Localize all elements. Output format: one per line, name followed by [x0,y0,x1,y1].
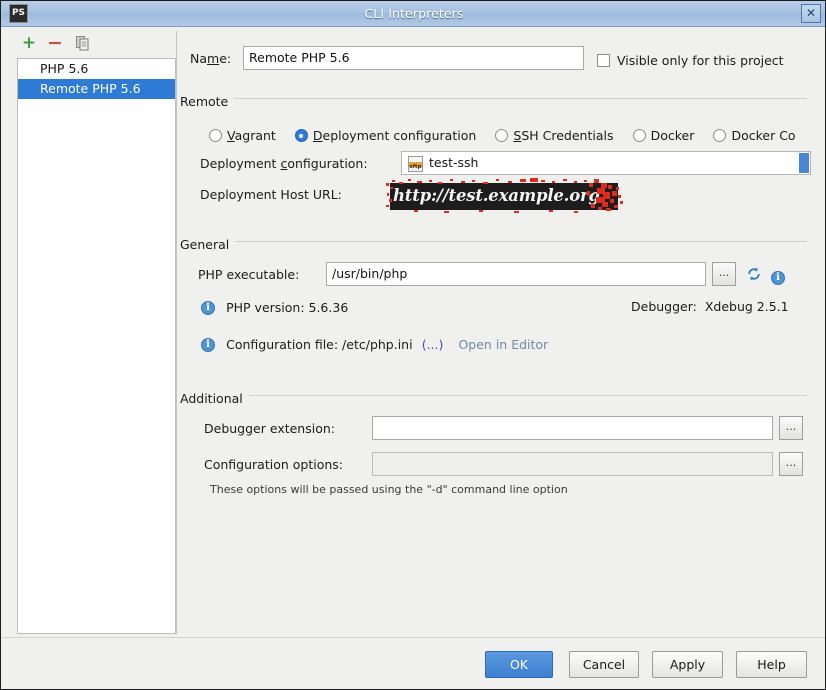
radio-deployment-configuration[interactable]: Deployment configuration [294,125,490,144]
window-title: CLI Interpreters [364,6,464,21]
title-bar: PS CLI Interpreters ✕ [1,1,825,27]
general-section-header: General [180,234,236,253]
radio-circle[interactable] [632,129,646,142]
name-label: Name: [190,51,232,66]
debugger-extension-label: Debugger extension: [204,421,335,436]
deployment-configuration-label: Deployment configuration: [200,156,368,171]
radio-circle[interactable] [713,129,727,142]
button-bar-separator [2,637,825,638]
configuration-options-browse-button[interactable]: ... [779,452,803,476]
config-file-row: i Configuration file: /etc/php.ini (...)… [201,334,548,353]
refresh-icon[interactable] [746,266,762,286]
php-executable-input[interactable]: /usr/bin/php [326,262,706,286]
remove-interpreter-icon[interactable]: − [45,33,65,53]
php-executable-label: PHP executable: [198,267,300,282]
deployment-host-url-text: http://test.example.org [393,186,600,205]
remote-section-rule [231,98,807,99]
config-file-text: Configuration file: /etc/php.ini [226,337,413,352]
info-icon: i [201,337,215,352]
apply-button[interactable]: Apply [652,651,723,678]
php-executable-browse-button[interactable]: ... [712,262,736,286]
debugger-row: Debugger: Xdebug 2.5.1 [631,299,789,314]
copy-interpreter-icon[interactable] [73,33,93,53]
radio-circle[interactable] [209,129,222,142]
checkbox-box[interactable] [597,54,610,67]
radio-label: Docker [650,128,695,143]
deployment-configuration-value: test-ssh [429,155,479,170]
debugger-value: Xdebug 2.5.1 [704,299,789,314]
list-item[interactable]: PHP 5.6 [18,59,175,79]
radio-label: Docker Co [731,128,796,143]
deployment-host-url-label: Deployment Host URL: [200,187,342,202]
radio-circle[interactable] [495,129,509,142]
open-in-editor-link[interactable]: Open in Editor [458,337,548,352]
config-file-expand-link[interactable]: (...) [422,337,444,352]
sftp-file-icon: sftp [408,156,423,172]
debugger-extension-input[interactable] [372,416,773,440]
add-interpreter-icon[interactable]: + [19,33,39,53]
additional-section-rule [249,395,807,396]
configuration-options-hint: These options will be passed using the "… [210,483,568,496]
radio-label: SSH Credentials [513,128,614,143]
configuration-options-input[interactable] [372,452,773,476]
additional-section-title: Additional [180,391,249,406]
remote-section-header: Remote [180,91,235,110]
radio-circle[interactable] [294,129,308,142]
php-version-text: PHP version: 5.6.36 [226,300,349,315]
radio-vagrant[interactable]: Vagrant [209,125,290,144]
php-executable-info-icon[interactable]: i [771,267,785,286]
name-input[interactable]: Remote PHP 5.6 [243,46,584,70]
deployment-host-url-redacted-value: http://test.example.org [386,178,623,213]
visible-only-label: Visible only for this project [617,53,784,68]
general-section-title: General [180,237,236,252]
radio-label: Deployment configuration [312,128,477,143]
info-icon: i [201,300,215,315]
general-section-rule [233,241,807,242]
radio-label: Vagrant [227,128,276,143]
additional-section-header: Additional [180,388,249,407]
debugger-label: Debugger: [631,299,697,314]
radio-docker-compose[interactable]: Docker Co [713,125,809,144]
close-icon[interactable]: ✕ [801,4,821,23]
deployment-configuration-combobox[interactable]: sftp test-ssh [401,151,811,175]
debugger-extension-browse-button[interactable]: ... [779,416,803,440]
interpreter-list[interactable]: PHP 5.6 Remote PHP 5.6 [17,58,176,634]
configuration-options-label: Configuration options: [204,457,343,472]
remote-section-title: Remote [180,94,235,109]
list-item[interactable]: Remote PHP 5.6 [18,79,175,99]
info-icon-glyph: i [771,270,785,285]
remote-type-radio-group: Vagrant Deployment configuration SSH Cre… [209,125,810,144]
panel-divider [176,31,177,634]
help-button[interactable]: Help [736,651,807,678]
php-version-row: i PHP version: 5.6.36 [201,297,348,316]
chevron-down-icon[interactable] [799,153,809,173]
ok-button[interactable]: OK [485,651,553,678]
cancel-button[interactable]: Cancel [569,651,639,678]
interpreter-list-toolbar: + − [17,31,176,57]
radio-ssh-credentials[interactable]: SSH Credentials [495,125,627,144]
visible-only-checkbox[interactable]: Visible only for this project [597,50,784,69]
radio-docker[interactable]: Docker [632,125,709,144]
cli-interpreters-dialog: PS CLI Interpreters ✕ + − PHP 5.6 Remote… [0,0,826,690]
